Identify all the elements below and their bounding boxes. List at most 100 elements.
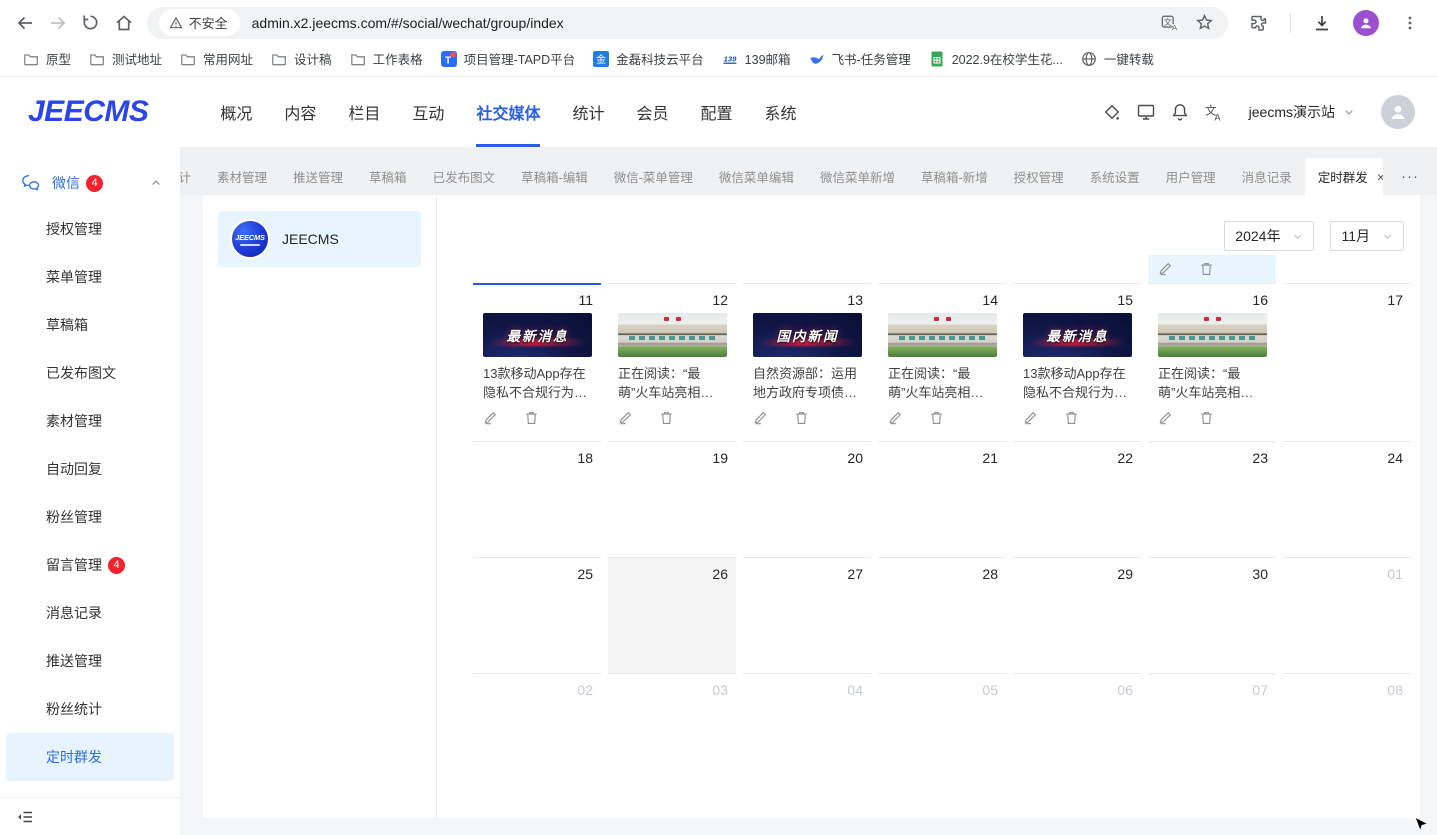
tab-系统设置[interactable]: 系统设置 [1077,158,1153,195]
translate-page-icon[interactable]: 文A [1161,14,1179,32]
calendar-day-cell-01[interactable]: 01 [1283,557,1411,673]
calendar-day-cell-15[interactable]: 15最新消息13款移动App存在隐私不合规行为，涉... [1013,283,1141,441]
edit-icon[interactable] [1023,410,1038,425]
calendar-day-cell-18[interactable]: 18 [473,441,601,557]
monitor-icon[interactable] [1129,95,1163,129]
back-icon[interactable] [8,6,41,40]
calendar-day-cell-03[interactable]: 03 [608,673,736,818]
sidebar-item-定时群发[interactable]: 定时群发 [6,733,174,781]
site-switcher[interactable]: jeecms演示站 [1249,102,1355,122]
calendar-day-cell-04[interactable]: 04 [743,673,871,818]
browser-menu-icon[interactable] [1393,6,1427,40]
tab-定时群发[interactable]: 定时群发× [1305,158,1383,195]
calendar-cell-partial[interactable] [1148,255,1276,283]
sidebar-item-自动回复[interactable]: 自动回复 [6,445,174,493]
clear-cache-icon[interactable] [1095,95,1129,129]
edit-icon[interactable] [753,410,768,425]
tab-消息记录[interactable]: 消息记录 [1229,158,1305,195]
sidebar-item-粉丝管理[interactable]: 粉丝管理 [6,493,174,541]
calendar-day-cell-05[interactable]: 05 [878,673,1006,818]
jeecms-logo[interactable]: JEECMS [28,95,148,129]
delete-icon[interactable] [1199,410,1214,425]
bookmark-item[interactable]: 测试地址 [80,46,171,71]
tab-用户管理[interactable]: 用户管理 [1153,158,1229,195]
sidebar-item-素材管理[interactable]: 素材管理 [6,397,174,445]
nav-item-会员[interactable]: 会员 [636,77,668,147]
wechat-account-item[interactable]: JEECMS JEECMS [218,211,421,267]
calendar-day-cell-29[interactable]: 29 [1013,557,1141,673]
calendar-day-cell-27[interactable]: 27 [743,557,871,673]
edit-icon[interactable] [1158,261,1173,276]
month-select[interactable]: 11月 [1330,221,1404,251]
tab-草稿箱[interactable]: 草稿箱 [356,158,420,195]
bookmark-star-icon[interactable] [1195,13,1214,32]
tab-素材管理[interactable]: 素材管理 [204,158,280,195]
bookmark-item[interactable]: T项目管理-TAPD平台 [432,46,585,71]
tab-微信菜单新增[interactable]: 微信菜单新增 [807,158,908,195]
home-icon[interactable] [107,6,140,40]
calendar-day-cell-08[interactable]: 08 [1283,673,1411,818]
tab-已发布图文[interactable]: 已发布图文 [420,158,509,195]
sidebar-item-草稿箱[interactable]: 草稿箱 [6,301,174,349]
delete-icon[interactable] [659,410,674,425]
delete-icon[interactable] [1199,261,1214,276]
nav-item-系统[interactable]: 系统 [765,77,797,147]
calendar-day-cell-06[interactable]: 06 [1013,673,1141,818]
sidebar-item-粉丝统计[interactable]: 粉丝统计 [6,685,174,733]
calendar-day-cell-20[interactable]: 20 [743,441,871,557]
sidebar-item-推送管理[interactable]: 推送管理 [6,637,174,685]
tabs-more-icon[interactable]: ··· [1383,158,1437,195]
sidebar-item-授权管理[interactable]: 授权管理 [6,205,174,253]
sidebar-item-留言管理[interactable]: 留言管理4 [6,541,174,589]
nav-item-互动[interactable]: 互动 [412,77,444,147]
year-select[interactable]: 2024年 [1224,221,1314,251]
calendar-day-cell-26[interactable]: 26 [608,557,736,673]
calendar-day-cell-23[interactable]: 23 [1148,441,1276,557]
nav-item-社交媒体[interactable]: 社交媒体 [476,77,540,147]
url-bar[interactable]: 不安全 admin.x2.jeecms.com/#/social/wechat/… [147,7,1228,39]
reload-icon[interactable] [74,6,107,40]
calendar-day-cell-12[interactable]: 12正在阅读：“最萌”火车站亮相！网友：... [608,283,736,441]
calendar-day-cell-16[interactable]: 16正在阅读：“最萌”火车站亮相！网友：... [1148,283,1276,441]
sidebar-item-菜单管理[interactable]: 菜单管理 [6,253,174,301]
bookmark-item[interactable]: 2022.9在校学生花... [920,46,1072,71]
bookmark-item[interactable]: 飞书-任务管理 [800,46,920,71]
tab-统计[interactable]: 统计 [180,158,204,195]
browser-profile-avatar[interactable] [1353,10,1379,36]
bell-icon[interactable] [1163,95,1197,129]
language-icon[interactable]: 文A [1197,95,1231,129]
bookmark-item[interactable]: 原型 [14,46,80,71]
bookmark-item[interactable]: 一键转载 [1072,46,1163,71]
nav-item-概况[interactable]: 概况 [220,77,252,147]
edit-icon[interactable] [888,410,903,425]
nav-item-统计[interactable]: 统计 [572,77,604,147]
tab-授权管理[interactable]: 授权管理 [1001,158,1077,195]
calendar-day-cell-25[interactable]: 25 [473,557,601,673]
calendar-day-cell-13[interactable]: 13国内新闻自然资源部：运用地方政府专项债券资... [743,283,871,441]
bookmark-item[interactable]: 139139邮箱 [713,46,800,71]
chevron-up-icon[interactable] [150,177,162,189]
sidebar-group-wechat[interactable]: 微信 4 [0,161,180,205]
calendar-day-cell-11[interactable]: 11最新消息13款移动App存在隐私不合规行为，涉... [473,283,601,441]
calendar-day-cell-02[interactable]: 02 [473,673,601,818]
forward-icon[interactable] [41,6,74,40]
bookmark-item[interactable]: 设计稿 [262,46,341,71]
edit-icon[interactable] [483,410,498,425]
calendar-day-cell-19[interactable]: 19 [608,441,736,557]
nav-item-内容[interactable]: 内容 [284,77,316,147]
nav-item-栏目[interactable]: 栏目 [348,77,380,147]
calendar-day-cell-24[interactable]: 24 [1283,441,1411,557]
extensions-icon[interactable] [1242,6,1276,40]
user-avatar[interactable] [1381,95,1415,129]
delete-icon[interactable] [929,410,944,425]
tab-微信-菜单管理[interactable]: 微信-菜单管理 [601,158,706,195]
bookmark-item[interactable]: 工作表格 [341,46,432,71]
nav-item-配置[interactable]: 配置 [700,77,732,147]
calendar-day-cell-07[interactable]: 07 [1148,673,1276,818]
tab-微信菜单编辑[interactable]: 微信菜单编辑 [706,158,807,195]
sidebar-item-消息记录[interactable]: 消息记录 [6,589,174,637]
delete-icon[interactable] [794,410,809,425]
calendar-day-cell-21[interactable]: 21 [878,441,1006,557]
collapse-menu-icon[interactable] [16,808,34,826]
tab-草稿箱-编辑[interactable]: 草稿箱-编辑 [508,158,601,195]
